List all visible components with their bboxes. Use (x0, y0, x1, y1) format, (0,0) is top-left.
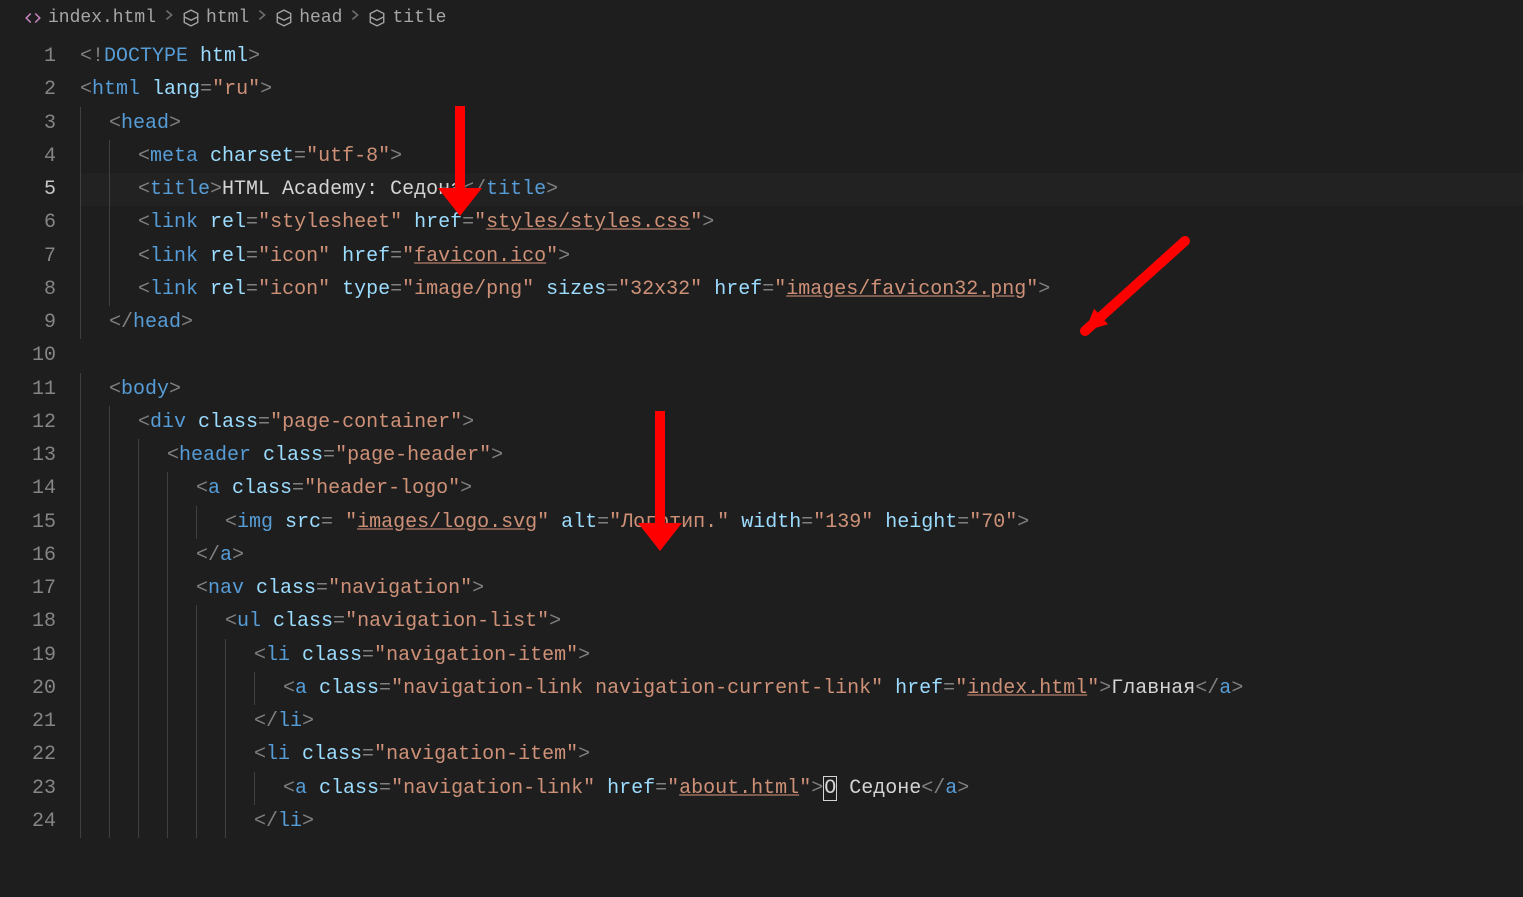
symbol-struct-icon (275, 9, 293, 27)
breadcrumb-label: index.html (48, 8, 156, 28)
line-number-gutter[interactable]: 123456789101112131415161718192021222324 (0, 36, 80, 897)
code-line[interactable]: <li class="navigation-item"> (80, 738, 1523, 771)
code-line[interactable]: <title>HTML Academy: Седона</title> (80, 173, 1523, 206)
breadcrumb: index.html html head title (0, 0, 1523, 36)
line-number[interactable]: 24 (0, 805, 80, 838)
code-line[interactable]: <ul class="navigation-list"> (80, 605, 1523, 638)
line-number[interactable]: 16 (0, 539, 80, 572)
line-number[interactable]: 5 (0, 173, 80, 206)
line-number[interactable]: 17 (0, 572, 80, 605)
code-line[interactable]: <!DOCTYPE html> (80, 40, 1523, 73)
line-number[interactable]: 7 (0, 240, 80, 273)
line-number[interactable]: 23 (0, 772, 80, 805)
code-line[interactable]: </li> (80, 705, 1523, 738)
line-number[interactable]: 21 (0, 705, 80, 738)
code-line[interactable] (80, 339, 1523, 372)
chevron-right-icon (162, 8, 176, 28)
line-number[interactable]: 9 (0, 306, 80, 339)
breadcrumb-item-title[interactable]: title (368, 8, 446, 28)
code-line[interactable]: <link rel="icon" type="image/png" sizes=… (80, 273, 1523, 306)
line-number[interactable]: 11 (0, 373, 80, 406)
code-line[interactable]: <nav class="navigation"> (80, 572, 1523, 605)
code-content[interactable]: <!DOCTYPE html><html lang="ru"><head><me… (80, 36, 1523, 897)
line-number[interactable]: 13 (0, 439, 80, 472)
chevron-right-icon (348, 8, 362, 28)
symbol-struct-icon (368, 9, 386, 27)
line-number[interactable]: 10 (0, 339, 80, 372)
line-number[interactable]: 19 (0, 639, 80, 672)
symbol-struct-icon (182, 9, 200, 27)
line-number[interactable]: 22 (0, 738, 80, 771)
chevron-right-icon (255, 8, 269, 28)
breadcrumb-label: html (206, 8, 249, 28)
line-number[interactable]: 12 (0, 406, 80, 439)
code-editor[interactable]: 123456789101112131415161718192021222324 … (0, 36, 1523, 897)
line-number[interactable]: 6 (0, 206, 80, 239)
breadcrumb-label: title (392, 8, 446, 28)
code-line[interactable]: </li> (80, 805, 1523, 838)
breadcrumb-item-html[interactable]: html (182, 8, 249, 28)
code-line[interactable]: <a class="navigation-link navigation-cur… (80, 672, 1523, 705)
line-number[interactable]: 20 (0, 672, 80, 705)
line-number[interactable]: 14 (0, 472, 80, 505)
code-file-icon (24, 9, 42, 27)
breadcrumb-item-head[interactable]: head (275, 8, 342, 28)
line-number[interactable]: 8 (0, 273, 80, 306)
line-number[interactable]: 2 (0, 73, 80, 106)
code-line[interactable]: <a class="header-logo"> (80, 472, 1523, 505)
line-number[interactable]: 18 (0, 605, 80, 638)
code-line[interactable]: <link rel="stylesheet" href="styles/styl… (80, 206, 1523, 239)
code-line[interactable]: </a> (80, 539, 1523, 572)
code-line[interactable]: <a class="navigation-link" href="about.h… (80, 772, 1523, 805)
code-line[interactable]: <div class="page-container"> (80, 406, 1523, 439)
breadcrumb-label: head (299, 8, 342, 28)
code-line[interactable]: <li class="navigation-item"> (80, 639, 1523, 672)
code-line[interactable]: <head> (80, 107, 1523, 140)
line-number[interactable]: 4 (0, 140, 80, 173)
code-line[interactable]: <body> (80, 373, 1523, 406)
breadcrumb-item-file[interactable]: index.html (24, 8, 156, 28)
code-line[interactable]: </head> (80, 306, 1523, 339)
line-number[interactable]: 15 (0, 506, 80, 539)
line-number[interactable]: 1 (0, 40, 80, 73)
code-line[interactable]: <link rel="icon" href="favicon.ico"> (80, 240, 1523, 273)
line-number[interactable]: 3 (0, 107, 80, 140)
code-line[interactable]: <meta charset="utf-8"> (80, 140, 1523, 173)
code-line[interactable]: <img src= "images/logo.svg" alt="Логотип… (80, 506, 1523, 539)
editor-root: index.html html head title (0, 0, 1523, 897)
code-line[interactable]: <html lang="ru"> (80, 73, 1523, 106)
code-line[interactable]: <header class="page-header"> (80, 439, 1523, 472)
